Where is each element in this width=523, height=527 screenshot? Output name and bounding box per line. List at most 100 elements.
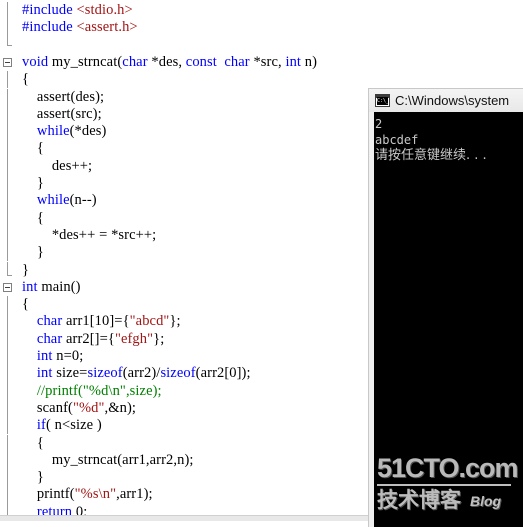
code-token-str: "%d" <box>72 399 105 416</box>
editor-code-area[interactable]: #include <stdio.h> #include <assert.h> voi… <box>0 0 368 521</box>
console-title-label: C:\Windows\system <box>395 93 510 108</box>
code-line[interactable]: char arr1[10]={"abcd"}; <box>0 313 368 330</box>
code-line[interactable]: char arr2[]={"efgh"}; <box>0 331 368 348</box>
code-line[interactable]: int n=0; <box>0 348 368 365</box>
cmd-icon <box>375 94 390 107</box>
code-line[interactable]: #include <stdio.h> <box>0 2 368 19</box>
code-token-str: "efgh" <box>114 330 154 347</box>
console-output-line: 2 <box>375 117 383 131</box>
code-token-plain: } <box>22 261 30 278</box>
code-token-plain: (arr2)/ <box>122 365 161 382</box>
console-output-line: 请按任意键继续. . . <box>375 148 487 163</box>
code-line[interactable]: int main() <box>0 279 368 296</box>
code-line[interactable]: { <box>0 296 368 313</box>
code-token-plain: scanf( <box>36 399 73 416</box>
code-token-plain: (arr2[0]); <box>195 365 251 382</box>
code-token-plain: my_strncat(arr1,arr2,n); <box>51 451 194 468</box>
code-token-plain: n) <box>301 53 318 70</box>
code-token-hdr: <assert.h> <box>76 19 138 36</box>
code-line[interactable]: } <box>0 469 368 486</box>
code-token-plain: { <box>36 209 44 226</box>
code-token-plain: printf( <box>36 486 75 503</box>
code-line[interactable]: int size=sizeof(arr2)/sizeof(arr2[0]); <box>0 365 368 382</box>
code-line[interactable]: { <box>0 140 368 157</box>
code-token-plain: *des, <box>147 53 186 70</box>
code-line[interactable]: *des++ = *src++; <box>0 227 368 244</box>
screenshot-root: #include <stdio.h> #include <assert.h> voi… <box>0 0 523 527</box>
code-token-plain: { <box>36 140 44 157</box>
code-line[interactable]: { <box>0 210 368 227</box>
console-titlebar[interactable]: C:\Windows\system <box>369 89 523 112</box>
console-output[interactable]: 2 abcdef 请按任意键继续. . . <box>374 112 523 527</box>
code-line[interactable] <box>0 37 368 54</box>
code-token-key: char <box>122 53 148 70</box>
code-token-str: "%s\n" <box>74 486 117 503</box>
code-token-plain: size= <box>52 365 88 382</box>
console-window[interactable]: C:\Windows\system 2abcdef请按任意键继续. . . 51… <box>368 88 523 527</box>
code-token-plain: *src, <box>249 53 286 70</box>
code-line[interactable]: while(n--) <box>0 192 368 209</box>
code-token-key: char <box>36 330 63 347</box>
code-token-plain: my_strncat( <box>48 53 123 70</box>
code-token-plain: ,&n); <box>104 399 137 416</box>
code-token-plain: n=0; <box>52 348 84 364</box>
code-line[interactable]: #include <assert.h> <box>0 19 368 36</box>
code-token-cmt: //printf("%d\n",size); <box>36 382 162 399</box>
code-line[interactable]: my_strncat(arr1,arr2,n); <box>0 452 368 469</box>
code-token-key: while <box>36 123 70 140</box>
code-token-str: "abcd" <box>129 313 170 330</box>
console-output-line: abcdef <box>375 133 419 147</box>
code-token-plain: ,arr1); <box>116 486 153 503</box>
code-line[interactable]: assert(src); <box>0 106 368 123</box>
code-token-key: sizeof <box>160 365 196 382</box>
code-line[interactable]: } <box>0 244 368 261</box>
code-token-plain: ( n<size ) <box>45 417 102 434</box>
code-line[interactable]: assert(des); <box>0 89 368 106</box>
code-token-key: void <box>22 53 49 70</box>
code-line[interactable]: printf("%s\n",arr1); <box>0 486 368 503</box>
code-token-plain: arr1[10]={ <box>62 313 130 330</box>
code-token-plain: (*des) <box>69 123 107 140</box>
code-token-pre: #include <box>22 2 73 18</box>
code-line[interactable]: } <box>0 262 368 279</box>
code-token-plain: arr2[]={ <box>62 330 115 347</box>
code-line[interactable]: { <box>0 435 368 452</box>
code-token-key: char <box>224 53 250 70</box>
code-line[interactable]: if( n<size ) <box>0 417 368 434</box>
editor-bottom-strip <box>0 515 368 521</box>
code-token-key: int <box>36 365 53 382</box>
code-token-plain: } <box>36 175 44 191</box>
code-token-hdr: <stdio.h> <box>76 2 133 18</box>
code-token-key: int <box>22 278 38 295</box>
code-token-plain: { <box>36 434 44 451</box>
code-token-plain: }; <box>153 330 165 347</box>
code-token-plain: { <box>22 296 30 313</box>
code-line[interactable]: } <box>0 175 368 192</box>
code-token-key: while <box>36 192 70 209</box>
code-line[interactable]: //printf("%d\n",size); <box>0 383 368 400</box>
code-line[interactable]: des++; <box>0 158 368 175</box>
code-token-plain: assert(src); <box>36 105 102 122</box>
code-token-plain: des++; <box>51 157 93 174</box>
code-line[interactable]: scanf("%d",&n); <box>0 400 368 417</box>
code-line[interactable]: { <box>0 71 368 88</box>
code-line[interactable]: while(*des) <box>0 123 368 140</box>
code-line[interactable]: void my_strncat(char *des, const char *s… <box>0 54 368 71</box>
code-token-key: int <box>285 53 302 70</box>
source-code-editor[interactable]: #include <stdio.h> #include <assert.h> voi… <box>0 0 368 521</box>
